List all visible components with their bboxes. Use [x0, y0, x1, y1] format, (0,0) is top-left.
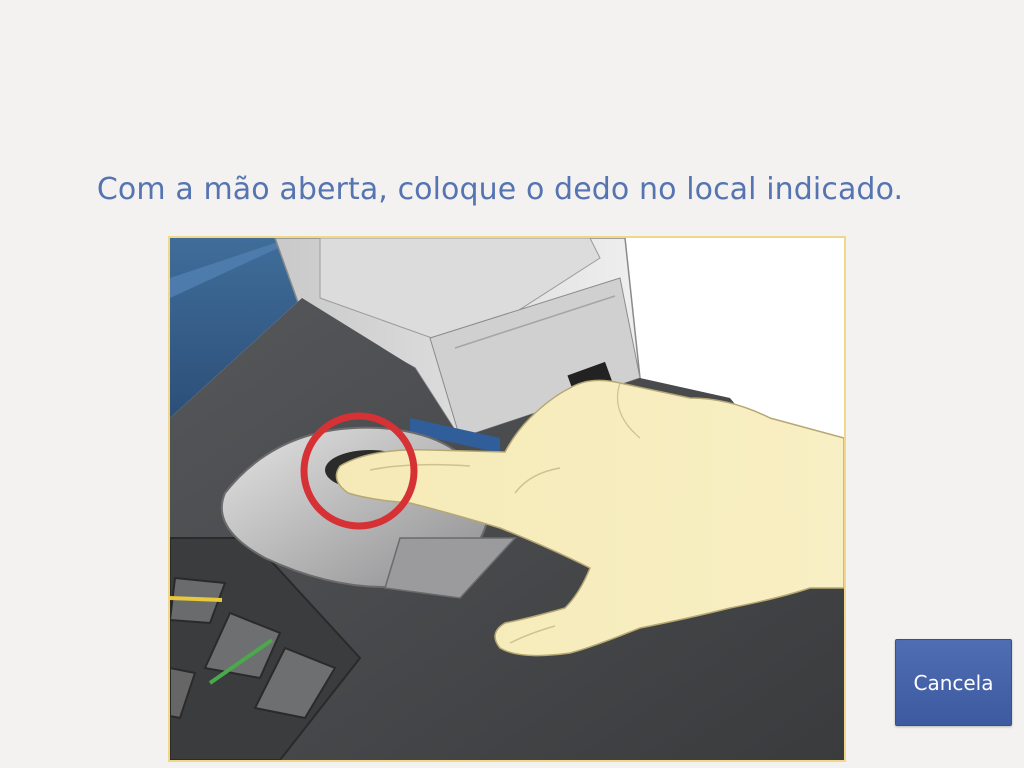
cancel-button[interactable]: Cancela [895, 639, 1012, 726]
instruction-text: Com a mão aberta, coloque o dedo no loca… [96, 172, 904, 207]
biometric-reader-illustration [168, 236, 846, 762]
biometric-prompt-screen: Com a mão aberta, coloque o dedo no loca… [0, 0, 1024, 768]
